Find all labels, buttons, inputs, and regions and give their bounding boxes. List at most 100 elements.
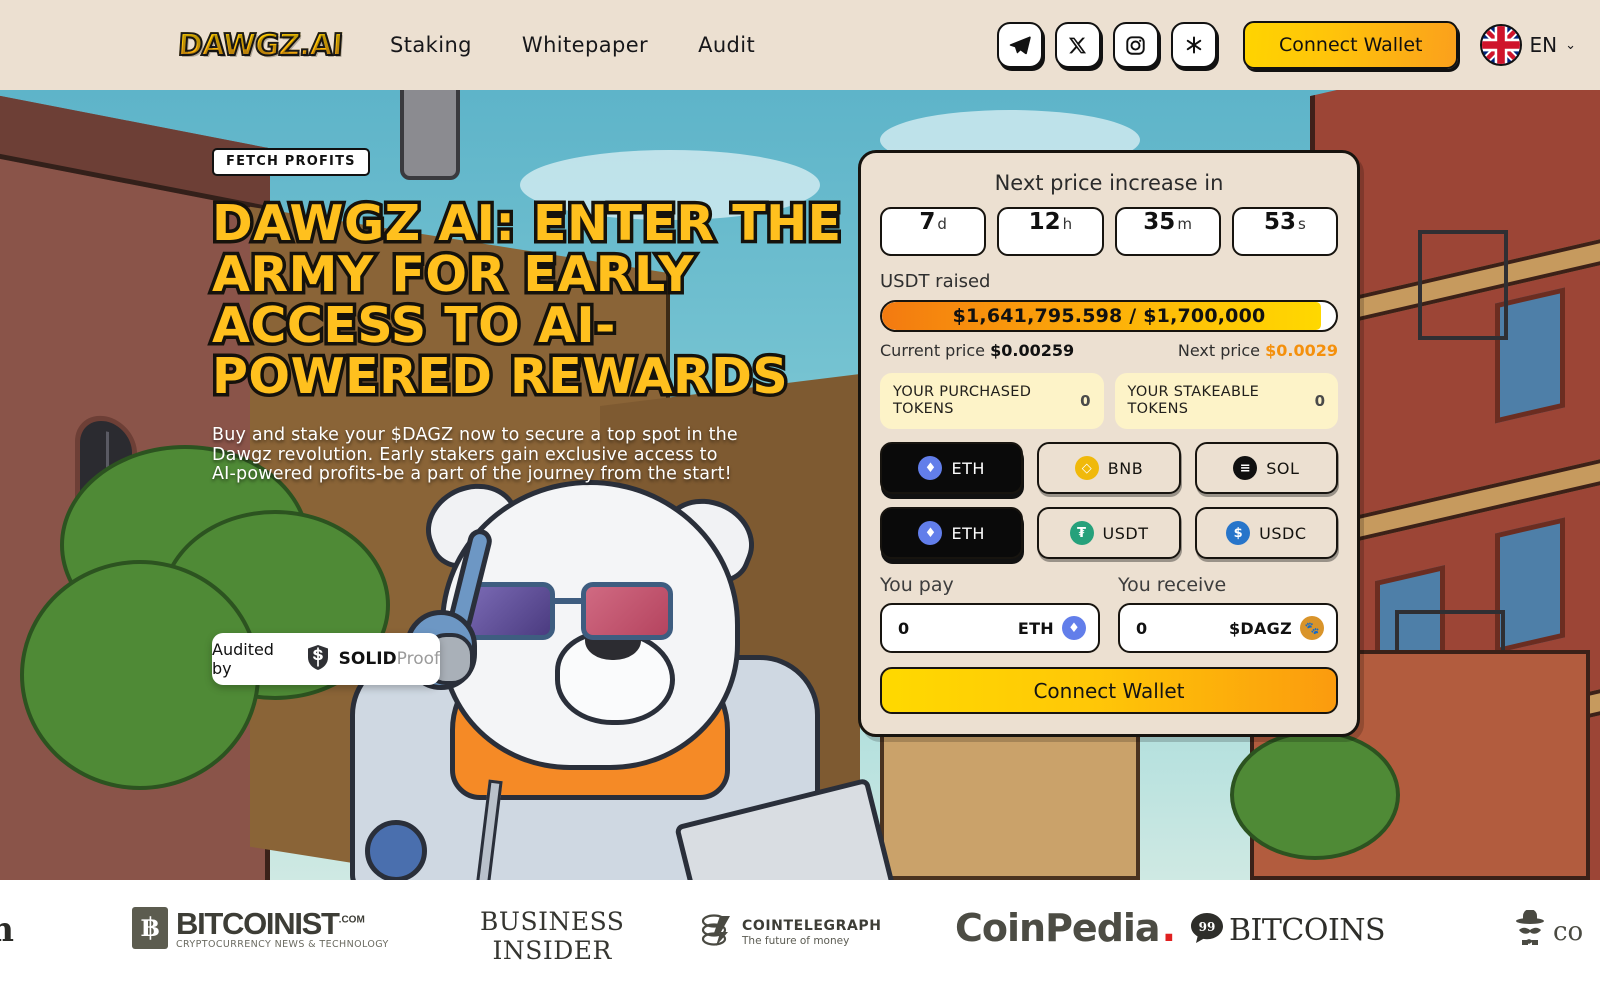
nav-item-whitepaper[interactable]: Whitepaper (522, 33, 648, 57)
receive-unit-label: $DAGZ (1228, 618, 1292, 638)
bitcoinist-wordmark: BITCOINIST.COM (176, 906, 365, 941)
countdown-minutes: 35 m (1114, 207, 1221, 256)
swap-inputs-row: ETH ♦ $DAGZ 🐾 (880, 603, 1338, 653)
current-price: Current price $0.00259 (880, 341, 1075, 360)
eth-coin-icon: ♦ (1062, 616, 1086, 640)
usdt-coin-icon: ₮ (1069, 521, 1094, 545)
dawgz-mascot-illustration (330, 470, 896, 880)
hero-badge: FETCH PROFITS (212, 148, 370, 176)
chain-option-bnb[interactable]: ◇ BNB (1037, 442, 1181, 494)
price-row: Current price $0.00259 Next price $0.002… (880, 341, 1338, 360)
currency-option-eth[interactable]: ♦ ETH (880, 507, 1024, 559)
solidproof-wordmark: SOLIDProof (338, 649, 440, 669)
countdown-hours-unit: h (1062, 215, 1073, 233)
linktree-icon[interactable] (1170, 22, 1217, 68)
instagram-icon[interactable] (1112, 22, 1159, 68)
purchased-tokens-value: 0 (1080, 392, 1091, 410)
chevron-down-icon: ⌄ (1565, 37, 1576, 53)
language-selector[interactable]: EN ⌄ (1480, 24, 1576, 66)
bnb-coin-icon: ◇ (1074, 456, 1099, 480)
countdown-minutes-unit: m (1177, 215, 1192, 233)
currency-option-usdt[interactable]: ₮ USDT (1037, 507, 1181, 559)
presale-buy-widget: Next price increase in 7 d 12 h 35 m 53 … (858, 150, 1360, 737)
countdown-days-value: 7 (919, 209, 936, 235)
current-price-value: $0.00259 (990, 341, 1075, 360)
you-receive-label: You receive (1118, 574, 1227, 596)
countdown-title: Next price increase in (994, 171, 1224, 195)
hero-subtitle: Buy and stake your $DAGZ now to secure a… (212, 425, 738, 484)
audit-badge[interactable]: Audited by SOLIDProof (212, 633, 440, 685)
countdown-seconds: 53 s (1231, 207, 1338, 256)
dagz-paw-icon: 🐾 (1300, 616, 1324, 640)
speech-bubble-99-icon: 99 (1190, 912, 1224, 948)
brand-logo[interactable]: DAWGZ.AI (176, 27, 344, 64)
bitcoinist-tagline: CRYPTOCURRENCY NEWS & TECHNOLOGY (176, 939, 389, 950)
telegram-icon[interactable] (996, 22, 1043, 68)
currency-option-usdc[interactable]: $ USDC (1194, 507, 1338, 559)
fire-escape (1418, 230, 1508, 340)
usdt-raised-label: USDT raised (880, 271, 991, 292)
nav-item-staking[interactable]: Staking (390, 33, 472, 57)
language-label: EN (1529, 33, 1558, 57)
cointelegraph-tagline: The future of money (742, 934, 850, 947)
pay-field-wrapper[interactable]: ETH ♦ (880, 603, 1100, 653)
widget-connect-wallet-button[interactable]: Connect Wallet (880, 667, 1338, 714)
raised-progress-bar: $1,641,795.598 / $1,700,000 (880, 300, 1338, 332)
swap-labels: You pay You receive (880, 574, 1338, 596)
next-price: Next price $0.0029 (1177, 341, 1338, 360)
press-logo-business-insider: BUSINESS INSIDER (480, 907, 625, 965)
raised-progress-text: $1,641,795.598 / $1,700,000 (952, 305, 1266, 327)
svg-text:99: 99 (1199, 920, 1216, 934)
countdown-hours-value: 12 (1028, 209, 1061, 235)
next-price-value: $0.0029 (1265, 341, 1338, 360)
coinpedia-wordmark: CoinPedia (955, 906, 1161, 950)
countdown-minutes-value: 35 (1143, 209, 1176, 235)
countdown-row: 7 d 12 h 35 m 53 s (880, 207, 1338, 256)
page-title: DAWGZ AI: ENTER THE ARMY FOR EARLY ACCES… (209, 195, 845, 406)
site-header: DAWGZ.AI Staking Whitepaper Audit Connec… (0, 0, 1600, 90)
header-actions: Connect Wallet EN ⌄ (996, 21, 1576, 69)
countdown-days: 7 d (880, 207, 987, 256)
landing-page: DAWGZ.AI Staking Whitepaper Audit Connec… (0, 0, 1600, 990)
press-logo-bitcoinist: ฿ BITCOINIST.COM CRYPTOCURRENCY NEWS & T… (132, 906, 389, 950)
press-logo-99bitcoins: 99 BITCOINS (1190, 912, 1386, 948)
eth-coin-icon: ♦ (918, 521, 943, 545)
bitcoin-symbol-icon: ฿ (132, 907, 168, 949)
stakeable-tokens-card: YOUR STAKEABLE TOKENS 0 (1114, 373, 1338, 429)
solidproof-shield-icon (306, 644, 330, 675)
chain-option-eth[interactable]: ♦ ETH (880, 442, 1024, 494)
stakeable-tokens-value: 0 (1314, 392, 1325, 410)
chain-selector-row-1: ♦ ETH ◇ BNB ≡ SOL (880, 442, 1338, 494)
press-logos-strip: m ฿ BITCOINIST.COM CRYPTOCURRENCY NEWS &… (0, 880, 1600, 990)
chain-option-sol[interactable]: ≡ SOL (1194, 442, 1338, 494)
hero-copy: FETCH PROFITS DAWGZ AI: ENTER THE ARMY F… (209, 148, 852, 685)
countdown-seconds-unit: s (1297, 215, 1306, 233)
usdc-coin-icon: $ (1226, 521, 1251, 545)
hero-section: FETCH PROFITS DAWGZ AI: ENTER THE ARMY F… (0, 90, 1600, 880)
countdown-hours: 12 h (997, 207, 1104, 256)
audit-label: Audited by (212, 640, 274, 678)
eth-coin-icon: ♦ (918, 456, 943, 480)
far-building (880, 720, 1140, 880)
cointelegraph-wordmark: COINTELEGRAPH (742, 917, 882, 934)
cointelegraph-mark-icon (700, 912, 734, 952)
bush-shape (1230, 730, 1400, 860)
receive-input[interactable] (1136, 618, 1221, 638)
currency-selector-row-2: ♦ ETH ₮ USDT $ USDC (880, 507, 1338, 559)
receive-field-wrapper[interactable]: $DAGZ 🐾 (1118, 603, 1338, 653)
coinpedia-dot: . (1161, 906, 1176, 950)
stakeable-tokens-label: YOUR STAKEABLE TOKENS (1127, 384, 1260, 417)
pay-input[interactable] (898, 618, 1010, 638)
countdown-seconds-value: 53 (1263, 209, 1296, 235)
purchased-tokens-label: YOUR PURCHASED TOKENS (893, 384, 1032, 417)
pay-unit-label: ETH (1017, 618, 1054, 638)
uk-flag-icon (1480, 24, 1523, 66)
99bitcoins-wordmark: BITCOINS (1229, 912, 1386, 948)
x-twitter-icon[interactable] (1054, 22, 1101, 68)
press-logo-cut-left: m (0, 910, 14, 950)
press-logo-cointelegraph: COINTELEGRAPH The future of money (700, 912, 882, 952)
sol-coin-icon: ≡ (1233, 456, 1258, 480)
nav-item-audit[interactable]: Audit (698, 33, 755, 57)
press-logo-coinpedia: CoinPedia . (955, 906, 1176, 950)
header-connect-wallet-button[interactable]: Connect Wallet (1242, 21, 1459, 69)
